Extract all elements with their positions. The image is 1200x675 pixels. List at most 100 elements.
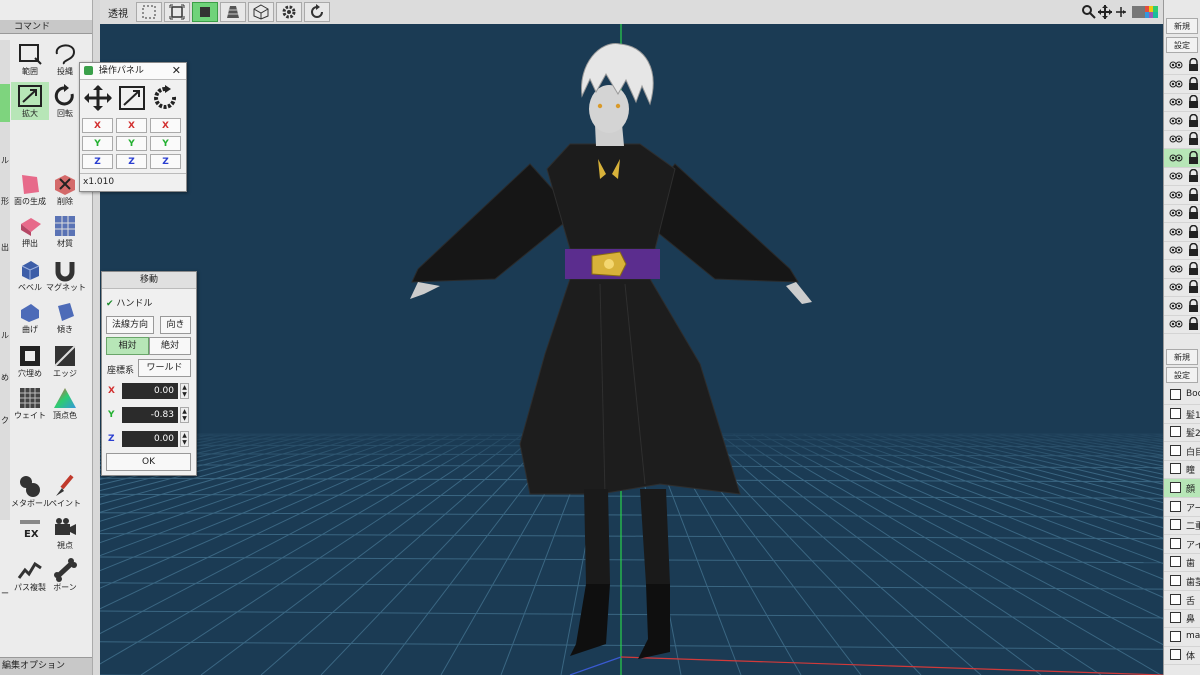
- layer-row[interactable]: [1164, 93, 1200, 112]
- layer-row[interactable]: [1164, 223, 1200, 242]
- object-row[interactable]: 歯茎: [1164, 572, 1200, 591]
- lock-icon[interactable]: [1188, 113, 1199, 127]
- object-checkbox[interactable]: [1170, 426, 1181, 438]
- object-checkbox[interactable]: [1170, 463, 1181, 475]
- visibility-eye-icon[interactable]: [1169, 190, 1183, 200]
- bottom-settings-button[interactable]: 設定: [1166, 367, 1198, 383]
- layer-row[interactable]: [1164, 75, 1200, 94]
- path-duplicate-command[interactable]: パス複製: [11, 556, 49, 594]
- bend-command[interactable]: 曲げ: [11, 298, 49, 336]
- scale-x-button[interactable]: X: [116, 118, 147, 133]
- lock-icon[interactable]: [1188, 187, 1199, 201]
- visibility-eye-icon[interactable]: [1169, 319, 1183, 329]
- layer-row[interactable]: [1164, 204, 1200, 223]
- object-row[interactable]: 舌: [1164, 591, 1200, 610]
- character-model[interactable]: [410, 43, 812, 659]
- visibility-eye-icon[interactable]: [1169, 97, 1183, 107]
- 3d-viewport[interactable]: [100, 24, 1163, 675]
- zoom-icon[interactable]: [1082, 5, 1096, 19]
- lock-icon[interactable]: [1188, 169, 1199, 182]
- object-row[interactable]: 髪2: [1164, 423, 1200, 443]
- select-rect-button[interactable]: [136, 2, 162, 22]
- object-row[interactable]: 鼻: [1164, 609, 1200, 629]
- visibility-eye-icon[interactable]: [1169, 264, 1183, 274]
- relative-toggle[interactable]: 相対: [106, 337, 149, 355]
- cube-view-button[interactable]: [248, 2, 274, 22]
- magnet-command[interactable]: マグネット: [46, 256, 86, 294]
- scale-y-button[interactable]: Y: [116, 136, 147, 151]
- lock-icon[interactable]: [1188, 224, 1199, 238]
- object-checkbox[interactable]: [1170, 537, 1181, 549]
- close-icon[interactable]: ✕: [172, 63, 181, 79]
- x-value-input[interactable]: 0.00: [122, 383, 178, 399]
- object-row[interactable]: mat: [1164, 628, 1200, 647]
- object-checkbox[interactable]: [1170, 389, 1181, 400]
- object-checkbox[interactable]: [1170, 649, 1181, 661]
- edge-command[interactable]: エッジ: [46, 342, 84, 380]
- y-spinner[interactable]: ▲ ▼: [180, 407, 189, 423]
- object-row[interactable]: 髪1: [1164, 405, 1200, 424]
- rotate-y-button[interactable]: Y: [150, 136, 181, 151]
- move-icon[interactable]: [1098, 5, 1112, 19]
- object-row[interactable]: 体: [1164, 646, 1200, 666]
- visibility-eye-icon[interactable]: [1169, 153, 1183, 163]
- bottom-new-button[interactable]: 新規: [1166, 349, 1198, 365]
- move-panel-title[interactable]: 移動: [102, 272, 196, 289]
- lock-icon[interactable]: [1188, 280, 1199, 293]
- lock-icon[interactable]: [1188, 76, 1199, 90]
- settings-button[interactable]: [276, 2, 302, 22]
- object-checkbox[interactable]: [1170, 444, 1181, 456]
- ex-command[interactable]: EX: [11, 514, 49, 552]
- color-palette-icon[interactable]: [1132, 6, 1158, 18]
- handle-checkbox[interactable]: ✔ ハンドル: [106, 296, 152, 309]
- vertex-color-command[interactable]: 頂点色: [46, 384, 84, 422]
- object-checkbox[interactable]: [1170, 630, 1181, 642]
- paint-command[interactable]: ペイント: [46, 472, 84, 510]
- rotate-z-button[interactable]: Z: [150, 154, 181, 169]
- object-checkbox[interactable]: [1170, 482, 1181, 493]
- object-checkbox[interactable]: [1170, 612, 1181, 624]
- object-row[interactable]: アイ: [1164, 535, 1200, 554]
- object-row[interactable]: 顔: [1164, 479, 1200, 498]
- visibility-eye-icon[interactable]: [1169, 227, 1183, 237]
- object-row[interactable]: Bod: [1164, 386, 1200, 405]
- scale-tool-icon[interactable]: [118, 85, 146, 111]
- face-generate-command[interactable]: 面の生成: [11, 170, 49, 208]
- pyramid-view-button[interactable]: [220, 2, 246, 22]
- layer-row[interactable]: [1164, 130, 1200, 149]
- layer-row[interactable]: [1164, 186, 1200, 205]
- lock-icon[interactable]: [1188, 58, 1199, 71]
- ok-button[interactable]: OK: [106, 453, 191, 471]
- visibility-eye-icon[interactable]: [1169, 245, 1183, 255]
- object-checkbox[interactable]: [1170, 556, 1181, 568]
- object-checkbox[interactable]: [1170, 593, 1181, 605]
- visibility-eye-icon[interactable]: [1169, 282, 1183, 292]
- object-row[interactable]: 白目: [1164, 442, 1200, 461]
- layer-row[interactable]: [1164, 148, 1200, 168]
- visibility-eye-icon[interactable]: [1169, 116, 1183, 126]
- visibility-eye-icon[interactable]: [1169, 60, 1183, 70]
- layer-row[interactable]: [1164, 167, 1200, 186]
- rotate-x-button[interactable]: X: [150, 118, 181, 133]
- bone-command[interactable]: ボーン: [46, 556, 84, 594]
- lock-icon[interactable]: [1188, 150, 1199, 164]
- visibility-eye-icon[interactable]: [1169, 171, 1183, 181]
- lock-icon[interactable]: [1188, 261, 1199, 275]
- object-checkbox[interactable]: [1170, 519, 1181, 531]
- top-settings-button[interactable]: 設定: [1166, 37, 1198, 53]
- move-z-button[interactable]: Z: [82, 154, 113, 169]
- range-select-command[interactable]: 範囲: [11, 40, 49, 78]
- move-x-button[interactable]: X: [82, 118, 113, 133]
- object-checkbox[interactable]: [1170, 500, 1181, 512]
- fill-hole-command[interactable]: 穴埋め: [11, 342, 49, 380]
- x-spinner[interactable]: ▲ ▼: [180, 383, 189, 399]
- extrude-command[interactable]: 押出: [11, 212, 49, 250]
- bevel-command[interactable]: ベベル: [11, 256, 49, 294]
- layer-row[interactable]: [1164, 315, 1200, 334]
- visibility-eye-icon[interactable]: [1169, 134, 1183, 144]
- frame-button[interactable]: [164, 2, 190, 22]
- z-value-input[interactable]: 0.00: [122, 431, 178, 447]
- scale-z-button[interactable]: Z: [116, 154, 147, 169]
- solid-view-button[interactable]: [192, 2, 218, 22]
- layer-row[interactable]: [1164, 260, 1200, 279]
